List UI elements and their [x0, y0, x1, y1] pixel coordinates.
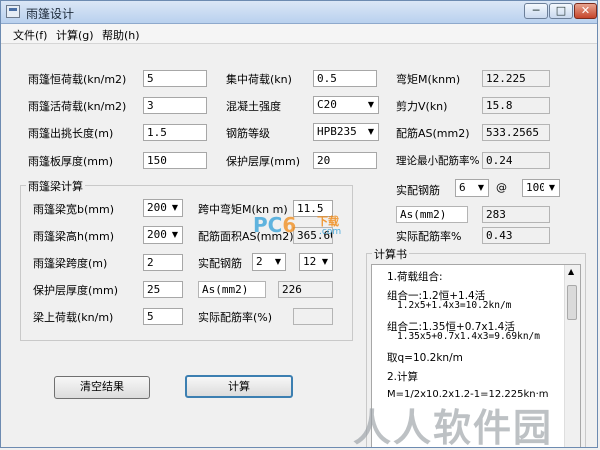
beam-width-value: 200: [147, 201, 167, 214]
min-ratio-label: 理论最小配筋率%: [396, 155, 480, 167]
close-button[interactable]: ✕: [574, 3, 597, 19]
chevron-down-icon[interactable]: ▼: [544, 180, 559, 196]
as-value: 533.2565: [482, 124, 550, 141]
beam-cover-input[interactable]: 25: [143, 281, 183, 298]
shear-label: 剪力V(kn): [396, 100, 448, 113]
calc-book-scrollbar[interactable]: ▲: [564, 265, 580, 447]
cover-label: 保护层厚(mm): [226, 155, 301, 168]
app-icon: [6, 5, 20, 18]
beam-rebar-count-select[interactable]: 2 ▼: [252, 253, 286, 271]
min-ratio-value: 0.24: [482, 152, 550, 169]
canopy-actual-ratio-label: 实际配筋率%: [396, 230, 462, 243]
beam-height-value: 200: [147, 228, 167, 241]
shear-value: 15.8: [482, 97, 550, 114]
menu-calculate[interactable]: 计算(g): [56, 27, 94, 43]
scrollbar-thumb[interactable]: [567, 285, 577, 320]
beam-load-label: 梁上荷载(kn/m): [33, 311, 114, 324]
calc-book-title: 计算书: [372, 246, 409, 262]
as-label: 配筋AS(mm2): [396, 127, 470, 140]
rebar-grade-label: 钢筋等级: [226, 127, 270, 140]
concrete-strength-label: 混凝土强度: [226, 100, 281, 113]
beam-rebar-diameter-value: 12: [303, 255, 317, 268]
chevron-down-icon[interactable]: ▼: [363, 124, 378, 140]
calc-line: 1.荷载组合:: [387, 271, 443, 283]
chevron-down-icon[interactable]: ▼: [317, 254, 332, 270]
title-bar[interactable]: 雨篷设计 ─ □ ✕: [1, 1, 597, 24]
rebar-grade-select[interactable]: HPB235 ▼: [313, 123, 379, 141]
menu-bar: 文件(f) 计算(g) 帮助(h): [1, 24, 597, 44]
beam-span-label: 雨篷梁跨度(m): [33, 257, 108, 270]
canopy-rebar-diameter-select[interactable]: 6 ▼: [455, 179, 489, 197]
clear-results-button[interactable]: 清空结果: [54, 376, 150, 399]
beam-group-title: 雨篷梁计算: [26, 178, 85, 194]
dead-load-label: 雨篷恒荷载(kn/m2): [28, 73, 127, 86]
minimize-button[interactable]: ─: [524, 3, 548, 19]
beam-as-value: 226: [278, 281, 333, 298]
calc-line: 2.计算: [387, 371, 419, 383]
beam-actual-ratio-value: [293, 308, 333, 325]
moment-label: 弯矩M(knm): [396, 73, 461, 86]
overhang-label: 雨篷出挑长度(m): [28, 127, 114, 140]
beam-width-label: 雨篷梁宽b(mm): [33, 203, 114, 216]
concentrated-load-label: 集中荷载(kn): [226, 73, 292, 86]
calculate-button[interactable]: 计算: [185, 375, 293, 398]
beam-rebar-diameter-select[interactable]: 12 ▼: [299, 253, 333, 271]
menu-help[interactable]: 帮助(h): [102, 27, 140, 43]
thickness-input[interactable]: 150: [143, 152, 207, 169]
live-load-label: 雨篷活荷载(kn/m2): [28, 100, 127, 113]
at-symbol: @: [496, 181, 507, 194]
overhang-input[interactable]: 1.5: [143, 124, 207, 141]
watermark-site: 人人软件园: [353, 406, 554, 448]
canopy-rebar-spacing-value: 100: [526, 181, 546, 194]
cover-input[interactable]: 20: [313, 152, 377, 169]
beam-height-select[interactable]: 200 ▼: [143, 226, 183, 244]
chevron-down-icon[interactable]: ▼: [363, 97, 378, 113]
beam-load-input[interactable]: 5: [143, 308, 183, 325]
calc-line: 取q=10.2kn/m: [387, 352, 463, 364]
watermark-com: .com: [319, 227, 342, 237]
chevron-down-icon[interactable]: ▼: [167, 227, 182, 243]
chevron-down-icon[interactable]: ▼: [473, 180, 488, 196]
chevron-down-icon[interactable]: ▼: [167, 200, 182, 216]
beam-cover-label: 保护层厚度(mm): [33, 284, 119, 297]
concrete-strength-select[interactable]: C20 ▼: [313, 96, 379, 114]
canopy-rebar-spacing-select[interactable]: 100 ▼: [522, 179, 560, 197]
window-title: 雨篷设计: [26, 7, 75, 21]
dead-load-input[interactable]: 5: [143, 70, 207, 87]
moment-value: 12.225: [482, 70, 550, 87]
canopy-actual-rebar-label: 实配钢筋: [396, 184, 440, 197]
canopy-as-actual-label: As(mm2): [396, 206, 468, 223]
menu-file[interactable]: 文件(f): [13, 27, 47, 43]
maximize-button[interactable]: □: [549, 3, 573, 19]
canopy-as-actual-value: 283: [482, 206, 550, 223]
beam-rebar-count-value: 2: [256, 255, 263, 268]
watermark-six: 6: [282, 213, 297, 237]
chevron-down-icon[interactable]: ▼: [270, 254, 285, 270]
beam-width-select[interactable]: 200 ▼: [143, 199, 183, 217]
beam-as-label: As(mm2): [198, 281, 266, 298]
concrete-strength-value: C20: [317, 98, 337, 111]
canopy-rebar-diameter-value: 6: [459, 181, 466, 194]
calc-line: 1.2x5+1.4x3=10.2kn/m: [397, 300, 512, 311]
beam-actual-ratio-label: 实际配筋率(%): [198, 311, 273, 324]
live-load-input[interactable]: 3: [143, 97, 207, 114]
thickness-label: 雨篷板厚度(mm): [28, 155, 114, 168]
beam-actual-rebar-label: 实配钢筋: [198, 257, 242, 270]
scroll-up-icon[interactable]: ▲: [568, 267, 574, 276]
watermark-pc: PC: [253, 213, 283, 237]
calc-line: 1.35x5+0.7x1.4x3=9.69kn/m: [397, 331, 540, 342]
rebar-grade-value: HPB235: [317, 125, 357, 138]
concentrated-load-input[interactable]: 0.5: [313, 70, 377, 87]
watermark-pc6-logo: PC6: [253, 213, 296, 237]
app-window: 雨篷设计 ─ □ ✕ 文件(f) 计算(g) 帮助(h) 雨篷恒荷载(kn/m2…: [0, 0, 598, 448]
beam-span-input[interactable]: 2: [143, 254, 183, 271]
beam-height-label: 雨篷梁高h(mm): [33, 230, 114, 243]
canopy-actual-ratio-value: 0.43: [482, 227, 550, 244]
